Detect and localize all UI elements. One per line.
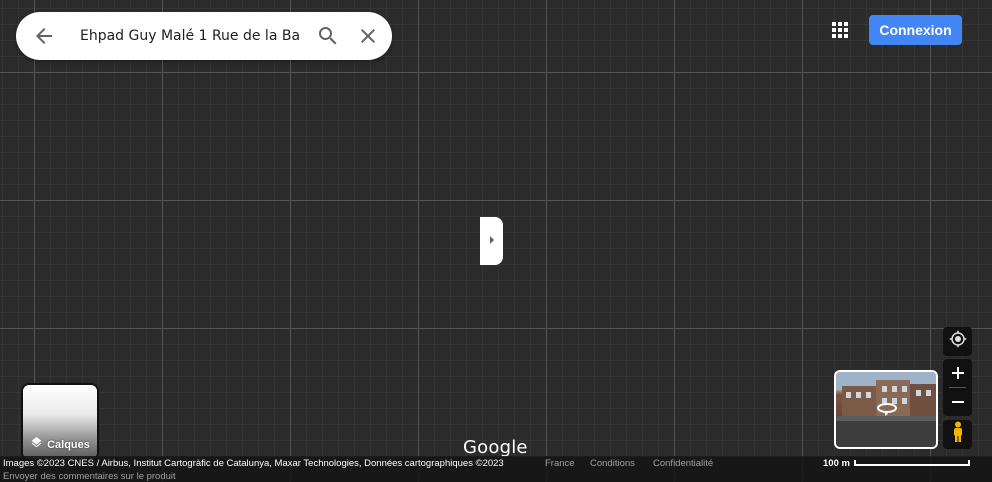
street-view-thumbnail[interactable] bbox=[834, 370, 938, 449]
signin-button[interactable]: Connexion bbox=[869, 15, 962, 45]
footer-link-privacy[interactable]: Confidentialité bbox=[653, 458, 713, 469]
layers-label: Calques bbox=[47, 439, 90, 451]
apps-grid-icon[interactable] bbox=[828, 18, 852, 42]
layers-icon bbox=[30, 437, 43, 453]
pegman-icon bbox=[951, 421, 965, 448]
zoom-control bbox=[943, 359, 972, 416]
chevron-right-icon bbox=[488, 232, 496, 250]
zoom-out-button[interactable] bbox=[943, 388, 972, 416]
google-logo: Google bbox=[463, 437, 528, 458]
search-input[interactable]: Ehpad Guy Malé 1 Rue de la Ba bbox=[80, 12, 302, 60]
footer-link-france[interactable]: France bbox=[545, 458, 575, 469]
search-icon[interactable] bbox=[316, 24, 340, 48]
arrow-left-icon[interactable] bbox=[32, 24, 56, 48]
layers-button[interactable]: Calques bbox=[21, 383, 99, 461]
scale-bar bbox=[854, 460, 970, 466]
send-feedback-link[interactable]: Envoyer des commentaires sur le produit bbox=[3, 471, 176, 482]
layers-label-row: Calques bbox=[23, 437, 97, 453]
footer-link-conditions[interactable]: Conditions bbox=[590, 458, 635, 469]
search-box: Ehpad Guy Malé 1 Rue de la Ba bbox=[16, 12, 392, 60]
my-location-icon bbox=[949, 330, 967, 353]
pegman-button[interactable] bbox=[943, 420, 972, 449]
expand-panel-button[interactable] bbox=[480, 217, 503, 265]
scale-label[interactable]: 100 m bbox=[823, 458, 850, 469]
zoom-in-button[interactable] bbox=[943, 359, 972, 387]
attribution-text: Images ©2023 CNES / Airbus, Institut Car… bbox=[3, 458, 504, 469]
my-location-button[interactable] bbox=[943, 327, 972, 356]
close-icon[interactable] bbox=[356, 24, 380, 48]
